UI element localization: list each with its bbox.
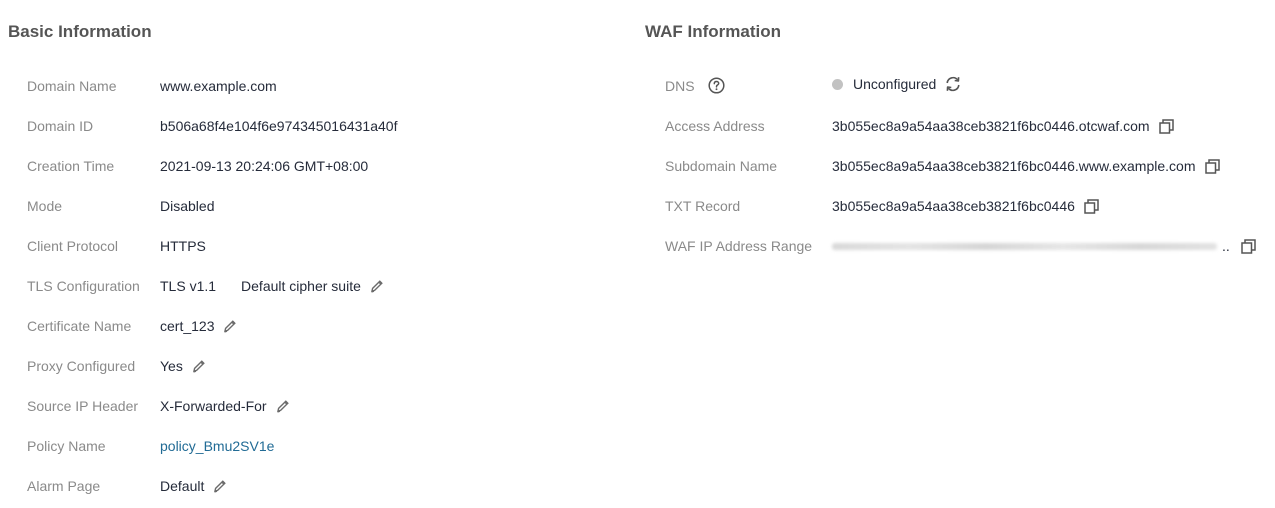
copy-icon[interactable] [1240,238,1257,255]
label-domain-id: Domain ID [27,118,94,134]
label-tls-configuration: TLS Configuration [27,278,140,294]
ip-range-ellipsis: .. [1222,238,1230,254]
value-source-ip-header: X-Forwarded-For [160,396,291,416]
value-tls-configuration: TLS v1.1 Default cipher suite [160,276,385,296]
value-mode: Disabled [160,198,215,214]
edit-icon[interactable] [369,278,385,294]
proxy-configured-text: Yes [160,358,183,374]
value-subdomain-name: 3b055ec8a9a54aa38ceb3821f6bc0446.www.exa… [832,156,1221,176]
blurred-ip-text [832,243,1217,250]
label-mode: Mode [27,198,63,214]
value-proxy-configured: Yes [160,356,207,376]
tls-cipher-suite: Default cipher suite [241,278,361,294]
label-policy-name: Policy Name [27,438,106,454]
copy-icon[interactable] [1158,118,1175,135]
value-creation-time: 2021-09-13 20:24:06 GMT+08:00 [160,158,369,174]
label-access-address: Access Address [665,118,765,134]
help-icon[interactable] [708,77,725,94]
label-domain-name: Domain Name [27,78,117,94]
label-proxy-configured: Proxy Configured [27,358,136,374]
label-certificate-name: Certificate Name [27,318,132,334]
blurred-ip-range: .. [832,236,1230,256]
value-domain-id: b506a68f4e104f6e974345016431a40f [160,118,398,134]
edit-icon[interactable] [275,398,291,414]
label-dns-text: DNS [665,78,695,94]
tls-version: TLS v1.1 [160,278,217,294]
waf-information-title: WAF Information [645,22,781,41]
label-txt-record: TXT Record [665,198,741,214]
value-client-protocol: HTTPS [160,238,206,254]
label-client-protocol: Client Protocol [27,238,119,254]
value-waf-ip-address-range: .. [832,236,1257,256]
value-alarm-page: Default [160,476,228,496]
value-certificate-name: cert_123 [160,316,238,336]
copy-icon[interactable] [1204,158,1221,175]
certificate-name-text: cert_123 [160,318,215,334]
edit-icon[interactable] [191,358,207,374]
copy-icon[interactable] [1083,198,1100,215]
edit-icon[interactable] [212,478,228,494]
label-creation-time: Creation Time [27,158,115,174]
value-txt-record: 3b055ec8a9a54aa38ceb3821f6bc0446 [832,196,1100,216]
txt-record-text: 3b055ec8a9a54aa38ceb3821f6bc0446 [832,198,1075,214]
refresh-icon[interactable] [944,75,962,93]
alarm-page-text: Default [160,478,205,494]
access-address-text: 3b055ec8a9a54aa38ceb3821f6bc0446.otcwaf.… [832,118,1150,134]
status-dot [832,78,843,90]
dns-status-text: Unconfigured [853,76,937,92]
edit-icon[interactable] [222,318,238,334]
value-domain-name: www.example.com [160,78,277,94]
label-waf-ip-address-range: WAF IP Address Range [665,238,813,254]
label-dns: DNS [665,76,695,96]
value-access-address: 3b055ec8a9a54aa38ceb3821f6bc0446.otcwaf.… [832,116,1175,136]
label-source-ip-header: Source IP Header [27,398,139,414]
label-alarm-page: Alarm Page [27,478,101,494]
label-subdomain-name: Subdomain Name [665,158,778,174]
basic-information-title: Basic Information [8,22,152,41]
policy-name-link[interactable]: policy_Bmu2SV1e [160,436,274,456]
source-ip-header-text: X-Forwarded-For [160,398,267,414]
value-dns: Unconfigured [832,74,962,94]
subdomain-name-text: 3b055ec8a9a54aa38ceb3821f6bc0446.www.exa… [832,158,1196,174]
